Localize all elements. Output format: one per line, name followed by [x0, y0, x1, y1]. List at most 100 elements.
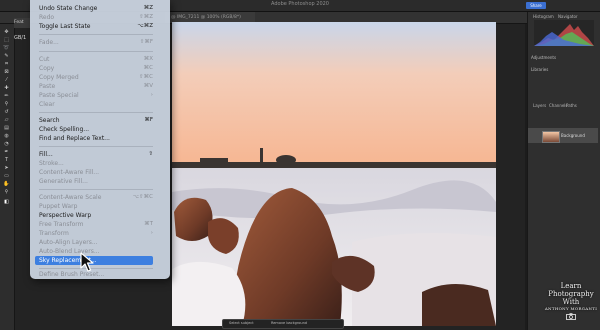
adjustments-panel-header[interactable]: Adjustments: [531, 55, 556, 60]
menu-item-paste[interactable]: Paste ⌘V: [39, 82, 153, 91]
menu-item-label: Paste: [39, 83, 56, 90]
blur-tool-icon[interactable]: ◍: [3, 134, 10, 139]
menu-item-puppet-warp[interactable]: Puppet Warp: [39, 202, 153, 211]
menu-item-shortcut: ⌘V: [143, 83, 153, 89]
menu-item-paste-special[interactable]: Paste Special ›: [39, 91, 153, 100]
lasso-tool-icon[interactable]: ➰: [3, 46, 10, 51]
layer-thumbnail: [542, 131, 560, 143]
crop-tool-icon[interactable]: ⌗: [3, 62, 10, 67]
menu-item-copy-merged[interactable]: Copy Merged ⇧⌘C: [39, 73, 153, 82]
menu-item-sky-replacement[interactable]: Sky Replacement...: [35, 256, 153, 265]
zoom-tool-icon[interactable]: ⚲: [3, 190, 10, 195]
menu-item-label: Perspective Warp: [39, 212, 92, 219]
menu-item-perspective-warp[interactable]: Perspective Warp: [39, 211, 153, 220]
menu-item-label: Redo: [39, 14, 55, 21]
menu-item-stroke[interactable]: Stroke...: [39, 159, 153, 168]
menu-item-shortcut: ⌘F: [144, 117, 153, 123]
watermark-line-4: ANTHONY MORGANTI: [544, 306, 598, 311]
camera-icon: [566, 313, 576, 320]
menu-item-shortcut: ⌥⇧⌘C: [132, 194, 153, 200]
type-tool-icon[interactable]: T: [3, 158, 10, 163]
menu-item-label: Find and Replace Text...: [39, 135, 110, 142]
dodge-tool-icon[interactable]: ◔: [3, 142, 10, 147]
menu-item-fill[interactable]: Fill... ⇧: [39, 150, 153, 159]
menu-separator: [39, 51, 153, 52]
shape-tool-icon[interactable]: ▭: [3, 174, 10, 179]
menu-item-label: Auto-Align Layers...: [39, 239, 98, 246]
menu-item-label: Paste Special: [39, 92, 79, 99]
clone-stamp-tool-icon[interactable]: ⚲: [3, 102, 10, 107]
menu-item-label: Transform: [39, 230, 69, 237]
menu-item-label: Puppet Warp: [39, 203, 78, 210]
feature-panel-tab[interactable]: Feat: [14, 18, 30, 28]
pen-tool-icon[interactable]: ✒: [3, 150, 10, 155]
gradient-tool-icon[interactable]: ▤: [3, 126, 10, 131]
menu-item-auto-blend-layers[interactable]: Auto-Blend Layers...: [39, 247, 153, 256]
frame-tool-icon[interactable]: ⊠: [3, 70, 10, 75]
menu-item-label: Cut: [39, 56, 50, 63]
tab-navigator[interactable]: Navigator: [558, 14, 578, 19]
menu-item-fade[interactable]: Fade... ⇧⌘F: [39, 38, 153, 47]
healing-brush-tool-icon[interactable]: ✚: [3, 86, 10, 91]
menu-separator: [39, 268, 153, 269]
menu-item-shortcut: ⇧: [148, 151, 153, 157]
tab-paths[interactable]: Paths: [566, 103, 577, 108]
menu-item-label: Content-Aware Fill...: [39, 169, 100, 176]
menu-item-toggle-last-state[interactable]: Toggle Last State ⌥⌘Z: [39, 22, 153, 31]
tab-histogram[interactable]: Histogram: [533, 14, 554, 19]
menu-item-define-brush-preset[interactable]: Define Brush Preset...: [39, 270, 153, 279]
histogram-chart: [534, 20, 594, 46]
menu-item-clear[interactable]: Clear: [39, 100, 153, 109]
menu-item-label: Generative Fill...: [39, 178, 88, 185]
hand-tool-icon[interactable]: ✋: [3, 182, 10, 187]
options-readout: GB/1: [14, 35, 27, 41]
menu-item-label: Define Brush Preset...: [39, 271, 105, 278]
libraries-panel-header[interactable]: Libraries: [531, 67, 548, 72]
menu-item-generative-fill[interactable]: Generative Fill...: [39, 177, 153, 186]
menu-item-content-aware-fill[interactable]: Content-Aware Fill...: [39, 168, 153, 177]
menu-item-cut[interactable]: Cut ⌘X: [39, 55, 153, 64]
eraser-tool-icon[interactable]: ▱: [3, 118, 10, 123]
menu-item-shortcut: ⌘T: [144, 221, 153, 227]
tab-channels[interactable]: Channels: [549, 103, 568, 108]
menu-item-label: Search: [39, 117, 60, 124]
menu-separator: [39, 34, 153, 35]
menu-item-label: Copy: [39, 65, 55, 72]
menu-item-undo[interactable]: Undo State Change ⌘Z: [39, 4, 153, 13]
marquee-tool-icon[interactable]: ⬚: [3, 38, 10, 43]
menu-item-check-spelling[interactable]: Check Spelling...: [39, 125, 153, 134]
menu-item-label: Content-Aware Scale: [39, 194, 102, 201]
move-tool-icon[interactable]: ✥: [3, 30, 10, 35]
select-subject-button[interactable]: Select subject: [229, 321, 254, 325]
share-button[interactable]: Share: [526, 2, 546, 9]
menu-item-find-replace[interactable]: Find and Replace Text...: [39, 134, 153, 143]
menu-item-shortcut: ⌘C: [143, 65, 153, 71]
document-photo[interactable]: [172, 22, 496, 326]
menu-item-search[interactable]: Search ⌘F: [39, 116, 153, 125]
menu-separator: [39, 112, 153, 113]
history-brush-tool-icon[interactable]: ↺: [3, 110, 10, 115]
menu-item-label: Check Spelling...: [39, 126, 90, 133]
menu-item-free-transform[interactable]: Free Transform ⌘T: [39, 220, 153, 229]
menu-item-label: Fade...: [39, 39, 59, 46]
menu-item-copy[interactable]: Copy ⌘C: [39, 64, 153, 73]
edit-menu: Undo State Change ⌘Z Redo ⇧⌘Z Toggle Last …: [30, 0, 170, 279]
menu-item-label: Toggle Last State: [39, 23, 91, 30]
quick-select-tool-icon[interactable]: ✎: [3, 54, 10, 59]
menu-item-content-aware-scale[interactable]: Content-Aware Scale ⌥⇧⌘C: [39, 193, 153, 202]
contextual-task-bar: Select subject Remove background: [222, 319, 344, 329]
menu-item-auto-align-layers[interactable]: Auto-Align Layers...: [39, 238, 153, 247]
menu-item-label: Clear: [39, 101, 55, 108]
color-swatches-icon[interactable]: ◧: [3, 200, 10, 205]
menu-item-redo[interactable]: Redo ⇧⌘Z: [39, 13, 153, 22]
tab-layers[interactable]: Layers: [533, 103, 546, 108]
eyedropper-tool-icon[interactable]: ⁄: [3, 78, 10, 83]
remove-background-button[interactable]: Remove background: [271, 321, 307, 325]
path-select-tool-icon[interactable]: ➤: [3, 166, 10, 171]
menu-item-shortcut: ⌥⌘Z: [137, 23, 153, 29]
menu-item-label: Fill...: [39, 151, 53, 158]
menu-item-label: Copy Merged: [39, 74, 79, 81]
watermark-line-2: Photography: [548, 290, 594, 298]
brush-tool-icon[interactable]: ✏: [3, 94, 10, 99]
menu-item-transform[interactable]: Transform ›: [39, 229, 153, 238]
